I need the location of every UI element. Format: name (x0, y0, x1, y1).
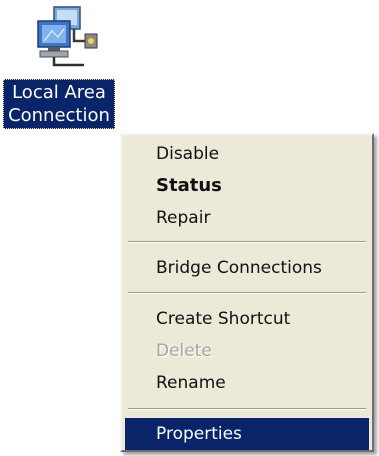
menu-item-status[interactable]: Status (125, 170, 369, 202)
icon-label: Local Area Connection (3, 79, 115, 129)
menu-item-rename[interactable]: Rename (125, 367, 369, 399)
menu-separator (128, 241, 366, 243)
menu-item-create-shortcut[interactable]: Create Shortcut (125, 303, 369, 335)
icon-label-line-2: Connection (8, 105, 110, 126)
menu-separator (128, 292, 366, 294)
menu-item-delete: Delete (156, 341, 212, 361)
network-connection-icon (37, 6, 98, 67)
icon-label-line-1: Local Area (12, 82, 106, 103)
menu-item-bridge-connections[interactable]: Bridge Connections (125, 252, 369, 284)
desktop: Local Area Connection Disable Status Rep… (0, 0, 379, 456)
menu-separator (128, 408, 366, 410)
context-menu: Disable Status Repair Bridge Connections… (120, 133, 374, 452)
menu-item-disable[interactable]: Disable (125, 138, 369, 170)
menu-item-repair[interactable]: Repair (125, 202, 369, 234)
menu-item-properties[interactable]: Properties (125, 418, 369, 450)
